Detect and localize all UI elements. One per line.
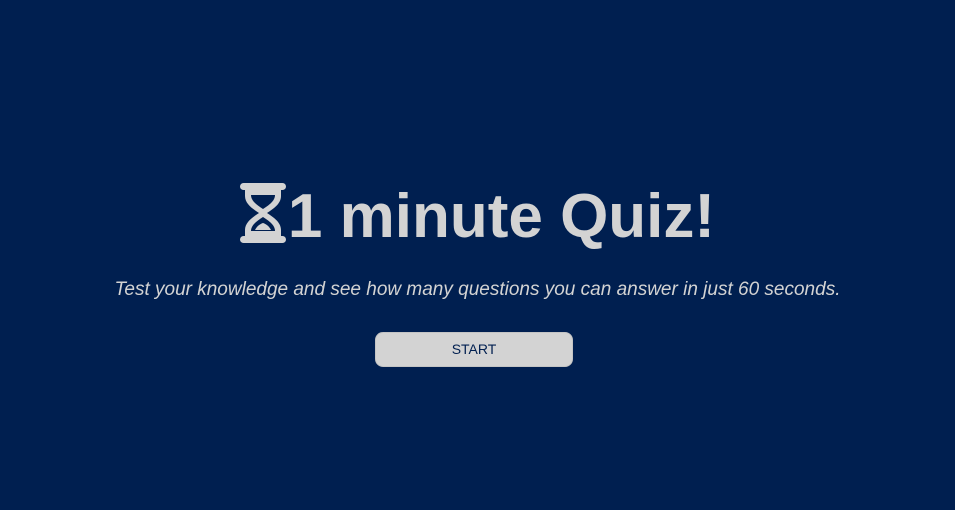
page-title: 1 minute Quiz!	[0, 183, 955, 251]
intro-screen: 1 minute Quiz! Test your knowledge and s…	[0, 0, 955, 510]
hourglass-icon	[239, 183, 286, 243]
start-button[interactable]: START	[375, 332, 573, 367]
subtitle: Test your knowledge and see how many que…	[114, 279, 841, 300]
title-text: 1 minute Quiz!	[287, 182, 716, 251]
